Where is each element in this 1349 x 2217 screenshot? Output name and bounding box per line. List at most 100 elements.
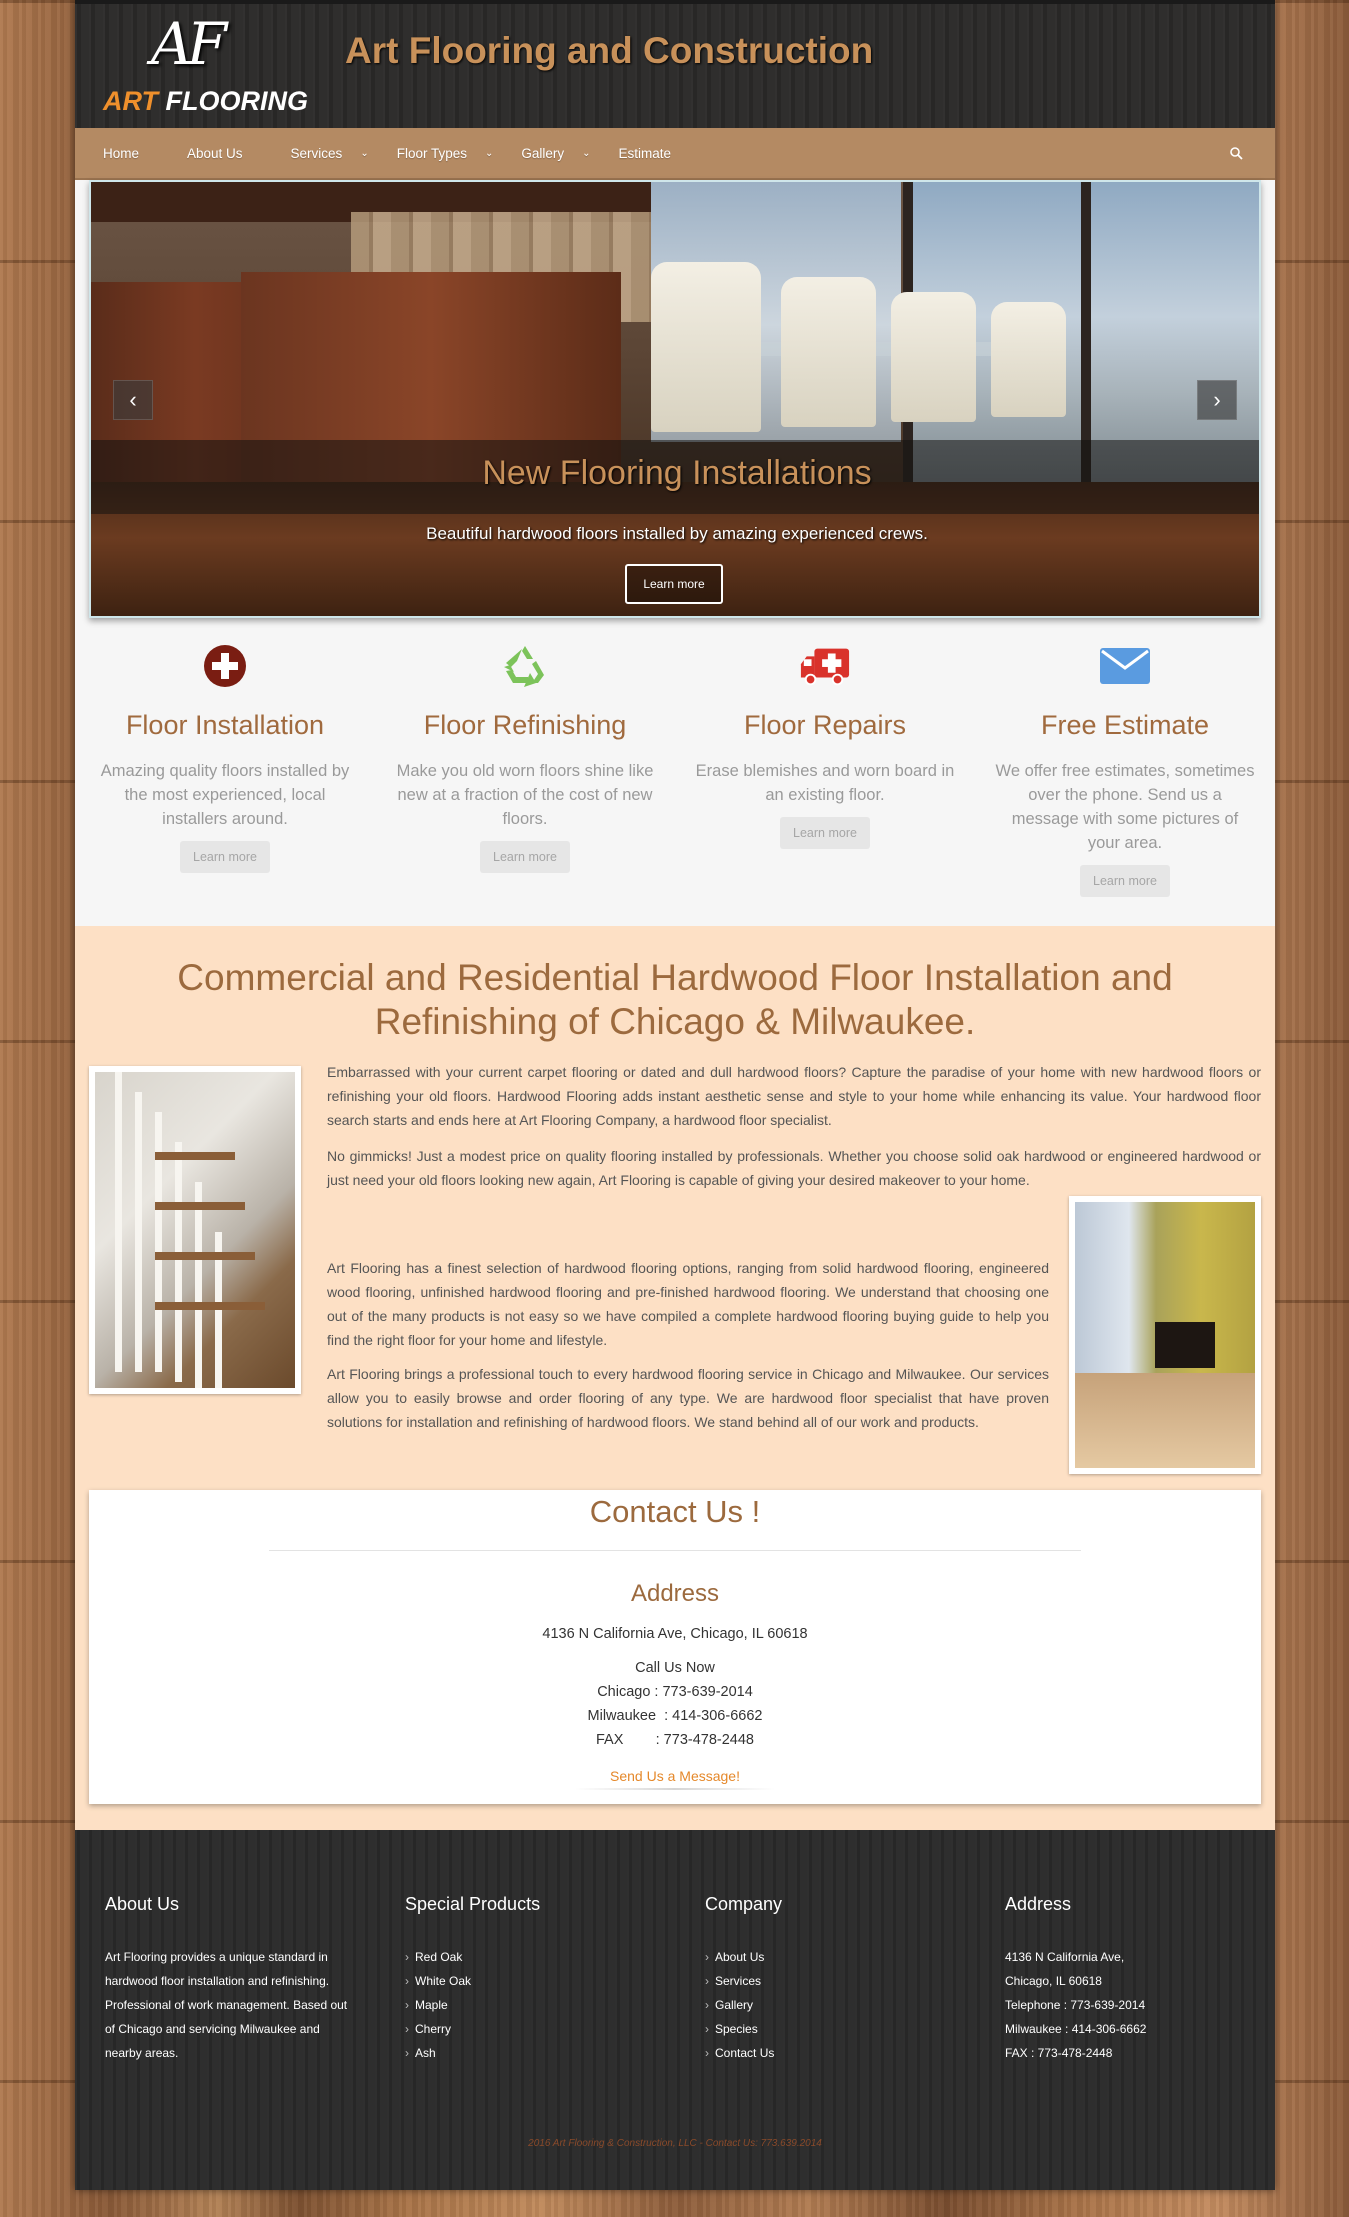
about-heading: Commercial and Residential Hardwood Floo… [177, 957, 1173, 1042]
footer-link[interactable]: › Services [705, 1969, 965, 1993]
footer-link-label: Services [715, 1974, 762, 1988]
stair-rail [115, 1072, 122, 1372]
logo-monogram: AF [151, 10, 227, 78]
stair-step [155, 1152, 235, 1160]
window-mullion [1081, 182, 1091, 482]
nav-floor-types-label: Floor Types [396, 145, 467, 161]
footer-company-heading: Company [705, 1894, 783, 1914]
footer-link-label: Ash [415, 2046, 436, 2060]
feature-learn-more-button[interactable]: Learn more [180, 841, 270, 873]
dining-room-photo [1069, 1196, 1261, 1474]
slider-prev-button[interactable]: ‹ [113, 380, 153, 420]
footer-link-label: Cherry [415, 2022, 452, 2036]
slide-subtitle: Beautiful hardwood floors installed by a… [426, 524, 928, 543]
main-nav: Home About Us Services ⌄ Floor Types ⌄ Gal… [75, 128, 1275, 180]
feature-free-estimate: Free Estimate We offer free estimates, s… [975, 640, 1275, 925]
staircase-image [95, 1072, 295, 1388]
chevron-right-icon: › [705, 2022, 709, 2036]
footer-link[interactable]: › About Us [705, 1945, 965, 1969]
feature-floor-installation: Floor Installation Amazing quality floor… [75, 640, 375, 925]
footer-link[interactable]: › Species [705, 2017, 965, 2041]
staircase-photo [89, 1066, 301, 1394]
feature-title: Floor Repairs [743, 710, 907, 740]
about-paragraph-1: Embarrassed with your current carpet flo… [327, 1064, 1261, 1128]
chevron-right-icon: › [405, 2046, 409, 2060]
footer-link-label: Maple [415, 1998, 448, 2012]
nav-home[interactable]: Home [103, 146, 139, 161]
footer-link-label: Species [715, 2022, 758, 2036]
nav-about-us[interactable]: About Us [187, 146, 243, 161]
logo-flooring: FLOORING [165, 86, 309, 116]
feature-title: Floor Installation [125, 710, 325, 740]
search-icon[interactable] [1229, 146, 1243, 160]
slide-title: New Flooring Installations [482, 454, 872, 492]
footer-link-label: Gallery [715, 1998, 754, 2012]
plus-circle-icon [199, 640, 251, 692]
nav-floor-types[interactable]: Floor Types ⌄ [397, 146, 494, 161]
footer-address-line: Chicago, IL 60618 [1005, 1974, 1102, 1988]
contact-card: Contact Us ! Address 4136 N California A… [89, 1490, 1261, 1804]
feature-learn-more-button[interactable]: Learn more [480, 841, 570, 873]
stair-step [155, 1302, 265, 1310]
send-message-link[interactable]: Send Us a Message! [89, 1768, 1261, 1784]
slide-chair [891, 292, 976, 422]
nav-estimate[interactable]: Estimate [619, 146, 672, 161]
nav-estimate-label: Estimate [618, 145, 672, 161]
copyright: 2016 Art Flooring & Construction, LLC - … [528, 2138, 822, 2149]
feature-text: Amazing quality floors installed by the … [100, 762, 350, 828]
nav-gallery[interactable]: Gallery ⌄ [521, 146, 590, 161]
footer-address-line: FAX : 773-478-2448 [1005, 2046, 1113, 2060]
chevron-right-icon: › [405, 1974, 409, 1988]
footer-link[interactable]: › Red Oak [405, 1945, 665, 1969]
slide-learn-more-button[interactable]: Learn more [625, 564, 723, 604]
footer-link[interactable]: › Gallery [705, 1993, 965, 2017]
nav-home-label: Home [103, 145, 140, 161]
footer-about: About Us Art Flooring provides a unique … [105, 1894, 350, 2065]
footer-link[interactable]: › Cherry [405, 2017, 665, 2041]
ambulance-icon [799, 640, 851, 692]
chevron-right-icon: › [705, 1998, 709, 2012]
footer-link[interactable]: › Ash [405, 2041, 665, 2065]
chevron-right-icon: › [1213, 387, 1221, 412]
stair-rail [175, 1142, 182, 1382]
feature-learn-more-button[interactable]: Learn more [1080, 865, 1170, 897]
feature-floor-repairs: Floor Repairs Erase blemishes and worn b… [675, 640, 975, 925]
footer-company-list: › About Us › Services › Gallery › Species › C… [705, 1945, 965, 2065]
feature-learn-more-button[interactable]: Learn more [780, 817, 870, 849]
about-paragraph-4: Art Flooring brings a professional touch… [327, 1366, 1049, 1430]
chevron-right-icon: › [705, 2046, 709, 2060]
footer-products: Special Products › Red Oak › White Oak › Ma… [405, 1894, 665, 2065]
footer-link[interactable]: › White Oak [405, 1969, 665, 1993]
dining-floor [1075, 1373, 1255, 1468]
footer-address-list: 4136 N California Ave, Chicago, IL 60618… [1005, 1945, 1265, 2065]
footer-address-line: Milwaukee : 414-306-6662 [1005, 2022, 1147, 2036]
address-heading: Address [630, 1580, 720, 1607]
slide-chair [781, 277, 876, 427]
site-logo[interactable]: AF ART FLOORING [103, 10, 313, 120]
nav-services[interactable]: Services ⌄ [291, 146, 369, 161]
footer-about-text: Art Flooring provides a unique standard … [105, 1950, 348, 2060]
footer-link-label: Contact Us [715, 2046, 775, 2060]
footer-products-list: › Red Oak › White Oak › Maple › Cherry › Ash [405, 1945, 665, 2065]
chevron-right-icon: › [705, 1950, 709, 1964]
stair-rail [155, 1112, 162, 1372]
slider-next-button[interactable]: › [1197, 380, 1237, 420]
footer-link-label: Red Oak [415, 1950, 463, 1964]
stair-rail [195, 1182, 202, 1388]
footer-link[interactable]: › Contact Us [705, 2041, 965, 2065]
stair-rail [135, 1092, 142, 1372]
footer-address-line: Telephone : 773-639-2014 [1005, 1998, 1146, 2012]
hero-slider: New Flooring Installations Beautiful har… [89, 180, 1261, 618]
feature-title: Free Estimate [1040, 710, 1210, 740]
feature-floor-refinishing: Floor Refinishing Make you old worn floo… [375, 640, 675, 925]
dining-room-image [1075, 1202, 1255, 1468]
logo-wordmark: ART FLOORING [103, 86, 308, 117]
contact-address: 4136 N California Ave, Chicago, IL 60618 [542, 1626, 808, 1642]
contact-title: Contact Us ! [589, 1494, 761, 1529]
about-paragraph-3: Art Flooring has a finest selection of h… [327, 1260, 1049, 1348]
footer-link[interactable]: › Maple [405, 1993, 665, 2017]
footer-products-heading: Special Products [405, 1894, 541, 1914]
about-paragraph-2: No gimmicks! Just a modest price on qual… [327, 1148, 1261, 1188]
footer-address-heading: Address [1005, 1894, 1072, 1914]
feature-text: We offer free estimates, sometimes over … [995, 762, 1255, 852]
